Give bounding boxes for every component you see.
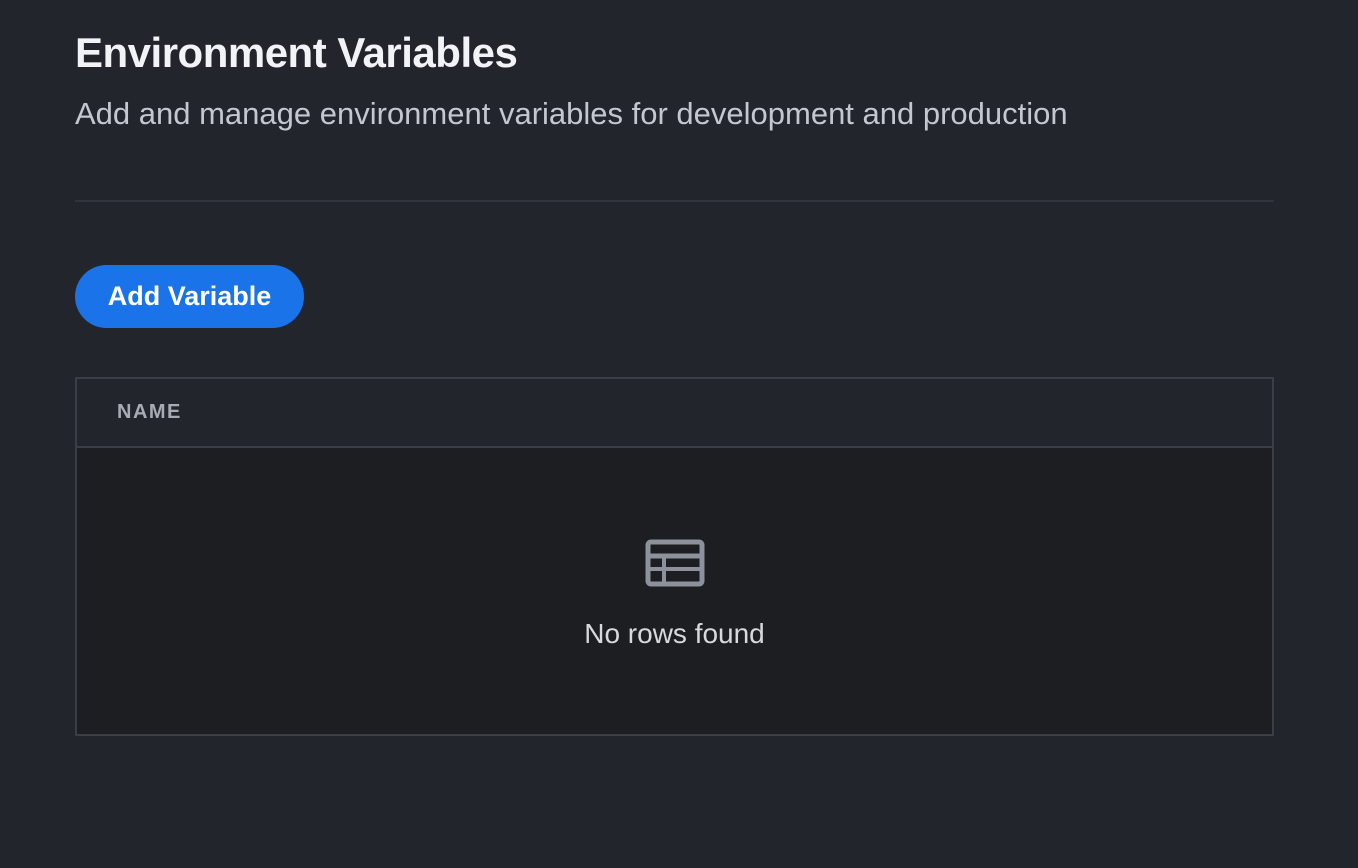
section-divider xyxy=(75,200,1274,202)
variables-table: NAME No rows found xyxy=(75,377,1274,736)
table-header: NAME xyxy=(77,379,1272,448)
page-title: Environment Variables xyxy=(75,29,518,76)
empty-state-message: No rows found xyxy=(584,618,765,649)
table-body-empty-state: No rows found xyxy=(77,448,1272,734)
page-subtitle: Add and manage environment variables for… xyxy=(75,96,1068,131)
environment-variables-page: Environment Variables Add and manage env… xyxy=(0,0,1358,868)
add-variable-button[interactable]: Add Variable xyxy=(75,265,304,328)
column-header-name[interactable]: NAME xyxy=(117,401,182,424)
table-icon xyxy=(645,539,705,587)
